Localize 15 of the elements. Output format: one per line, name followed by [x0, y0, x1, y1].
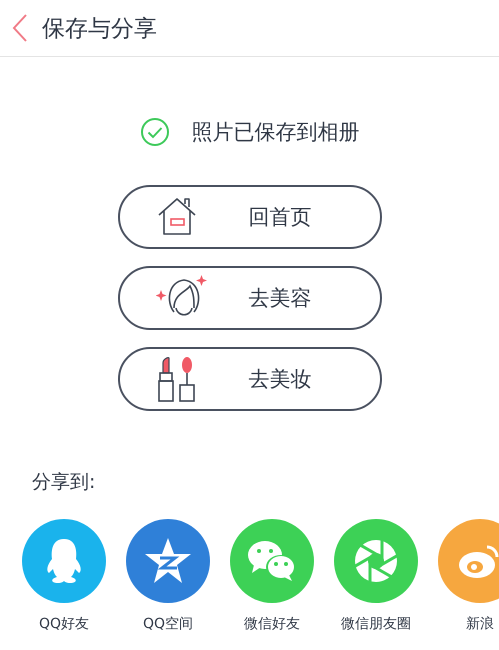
- back-icon: [12, 13, 28, 43]
- action-button[interactable]: 去美妆: [118, 347, 382, 411]
- star-icon: [143, 537, 193, 585]
- share-option[interactable]: 微信朋友圈: [334, 519, 418, 633]
- status-text: 照片已保存到相册: [192, 119, 360, 146]
- action-button[interactable]: 去美容: [118, 266, 382, 330]
- back-button[interactable]: [12, 13, 28, 43]
- share-option[interactable]: 新浪: [438, 519, 499, 633]
- share-option[interactable]: QQ好友: [22, 519, 106, 633]
- share-option[interactable]: 微信好友: [230, 519, 314, 633]
- aperture-icon: [353, 538, 399, 584]
- share-title: 分享到:: [32, 470, 96, 495]
- page-title: 保存与分享: [42, 14, 157, 44]
- share-option[interactable]: QQ空间: [126, 519, 210, 633]
- action-button[interactable]: 回首页: [118, 185, 382, 249]
